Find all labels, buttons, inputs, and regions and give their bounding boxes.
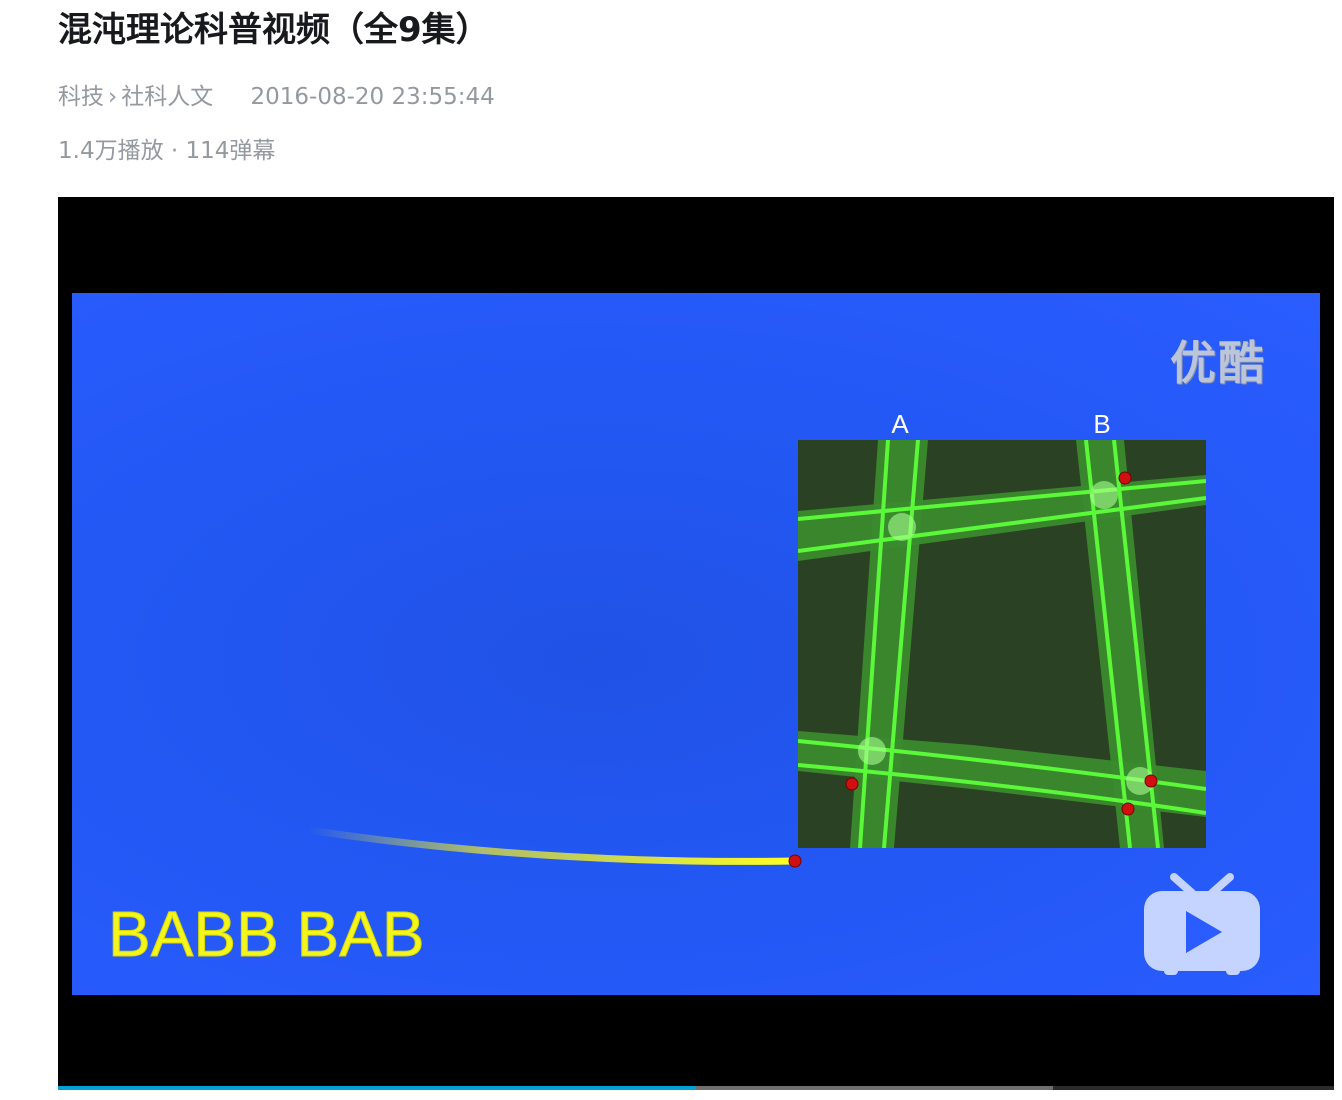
category-link[interactable]: 科技: [58, 84, 104, 110]
label-b: B: [1093, 409, 1110, 439]
progress-played: [58, 1086, 696, 1090]
view-count: 1.4万播放: [58, 138, 164, 164]
chaos-diagram: A B: [304, 409, 1206, 868]
video-player[interactable]: A B 优酷 BABB BAB: [58, 197, 1334, 1090]
video-page: 混沌理论科普视频（全9集） 科技 › 社科人文 2016-08-20 23:55:4…: [0, 0, 1342, 1100]
youku-watermark: 优酷: [1170, 336, 1266, 390]
label-a: A: [891, 409, 909, 439]
stats-separator: ·: [170, 138, 179, 164]
video-stats: 1.4万播放 · 114弹幕: [58, 134, 275, 168]
publish-time: 2016-08-20 23:55:44: [250, 84, 495, 110]
trajectory-trail: [304, 826, 798, 865]
video-title: 混沌理论科普视频（全9集）: [58, 10, 490, 50]
video-caption: BABB BAB: [108, 898, 426, 971]
subcategory-link[interactable]: 社科人文: [121, 84, 213, 110]
danmaku-count: 114弹幕: [185, 138, 276, 164]
video-meta: 科技 › 社科人文 2016-08-20 23:55:44: [58, 80, 495, 114]
trajectory-point: [788, 854, 802, 868]
bilibili-tv-play-icon[interactable]: [1142, 873, 1262, 977]
progress-bar[interactable]: [58, 1086, 1334, 1090]
video-frame: A B 优酷 BABB BAB: [72, 293, 1320, 995]
breadcrumb-separator: ›: [108, 84, 118, 110]
